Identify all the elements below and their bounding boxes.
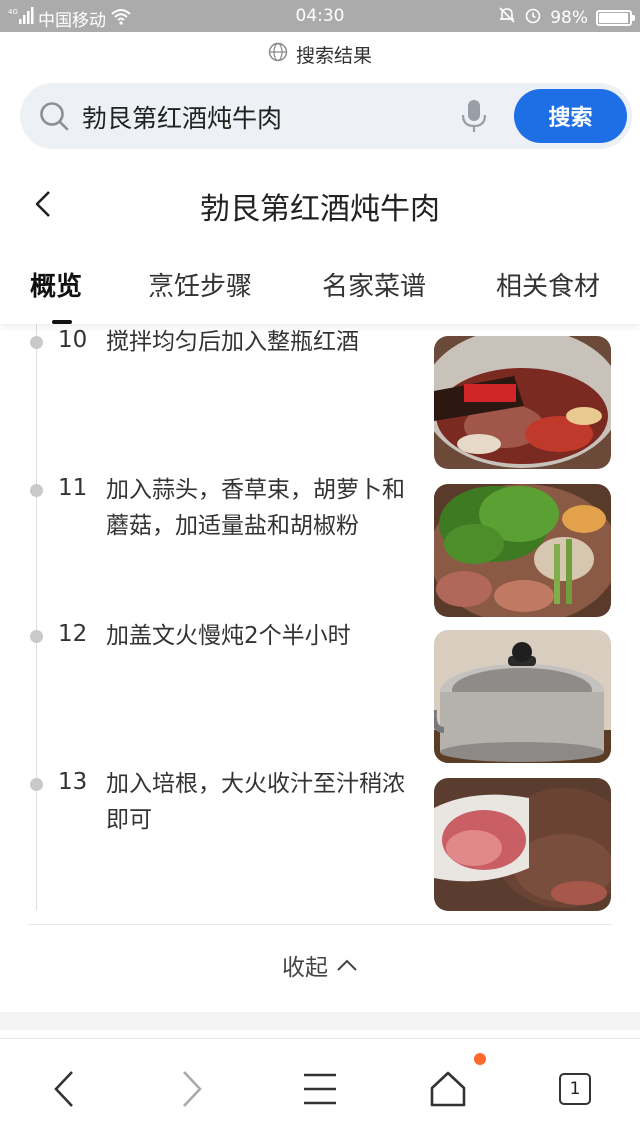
nav-back-button[interactable]: [44, 1069, 84, 1109]
step-image[interactable]: [434, 336, 611, 469]
bottom-nav: 1: [0, 1038, 640, 1138]
status-bar: 4G 中国移动 04:30 98%: [0, 0, 640, 32]
battery-level: [599, 12, 629, 23]
chevron-up-icon: [336, 952, 358, 978]
microphone-icon[interactable]: [460, 99, 488, 133]
nav-home-button[interactable]: [428, 1069, 468, 1109]
search-input[interactable]: 勃艮第红酒炖牛肉: [82, 99, 282, 135]
step-text: 搅拌均匀后加入整瓶红酒: [106, 329, 359, 355]
search-icon: [40, 102, 69, 131]
search-bar: 勃艮第红酒炖牛肉 搜索: [20, 83, 632, 149]
battery-percent: 98%: [550, 7, 588, 28]
tab-count: 1: [559, 1073, 591, 1105]
collapse-label: 收起: [282, 955, 328, 981]
globe-icon: [268, 42, 288, 67]
step-text: 加盖文火慢炖2个半小时: [106, 623, 351, 649]
active-tab-indicator: [52, 320, 72, 324]
tab-bar: 概览 烹饪步骤 名家菜谱 相关食材: [0, 248, 640, 324]
step-number: 13: [58, 769, 88, 795]
timeline-dot: [30, 778, 43, 791]
status-right: 98%: [498, 6, 635, 29]
step-number: 10: [58, 327, 88, 353]
steps-list: 10 搅拌均匀后加入整瓶红酒 11 加入蒜头，香草束，胡萝卜和蘑菇，加适量盐和胡…: [0, 324, 640, 924]
collapse-button[interactable]: 收起: [0, 948, 640, 982]
step-image[interactable]: [434, 484, 611, 617]
tab-related-ingredients[interactable]: 相关食材: [496, 266, 600, 303]
battery-icon: [596, 9, 635, 26]
url-label: 搜索结果: [295, 44, 372, 67]
tab-overview[interactable]: 概览: [30, 266, 82, 303]
step-number: 11: [58, 475, 88, 501]
tab-celebrity-recipes[interactable]: 名家菜谱: [322, 266, 426, 303]
step-image[interactable]: [434, 778, 611, 911]
title-bar: 勃艮第红酒炖牛肉: [0, 168, 640, 238]
timeline-dot: [30, 630, 43, 643]
step-text: 加入蒜头，香草束，胡萝卜和蘑菇，加适量盐和胡椒粉: [106, 477, 405, 539]
timeline-dot: [30, 484, 43, 497]
mute-bell-icon: [498, 6, 516, 29]
nav-tabs-button[interactable]: 1: [555, 1069, 595, 1109]
divider: [28, 924, 612, 925]
menu-icon: [304, 1073, 336, 1105]
step-text: 加入培根，大火收汁至汁稍浓即可: [106, 771, 405, 833]
step-image[interactable]: [434, 630, 611, 763]
search-button[interactable]: 搜索: [514, 89, 627, 143]
tab-cooking-steps[interactable]: 烹饪步骤: [148, 266, 252, 303]
nav-forward-button[interactable]: [172, 1069, 212, 1109]
page-title: 勃艮第红酒炖牛肉: [200, 192, 440, 227]
forward-icon: [183, 1071, 202, 1107]
section-gap: [0, 1012, 640, 1030]
notification-dot: [474, 1053, 486, 1065]
url-bar[interactable]: 搜索结果: [0, 32, 640, 76]
nav-menu-button[interactable]: [300, 1069, 340, 1109]
back-icon: [54, 1071, 73, 1107]
home-icon: [430, 1071, 466, 1107]
timeline-dot: [30, 336, 43, 349]
timeline-line: [36, 324, 37, 910]
step-number: 12: [58, 621, 88, 647]
alarm-icon: [524, 6, 542, 29]
